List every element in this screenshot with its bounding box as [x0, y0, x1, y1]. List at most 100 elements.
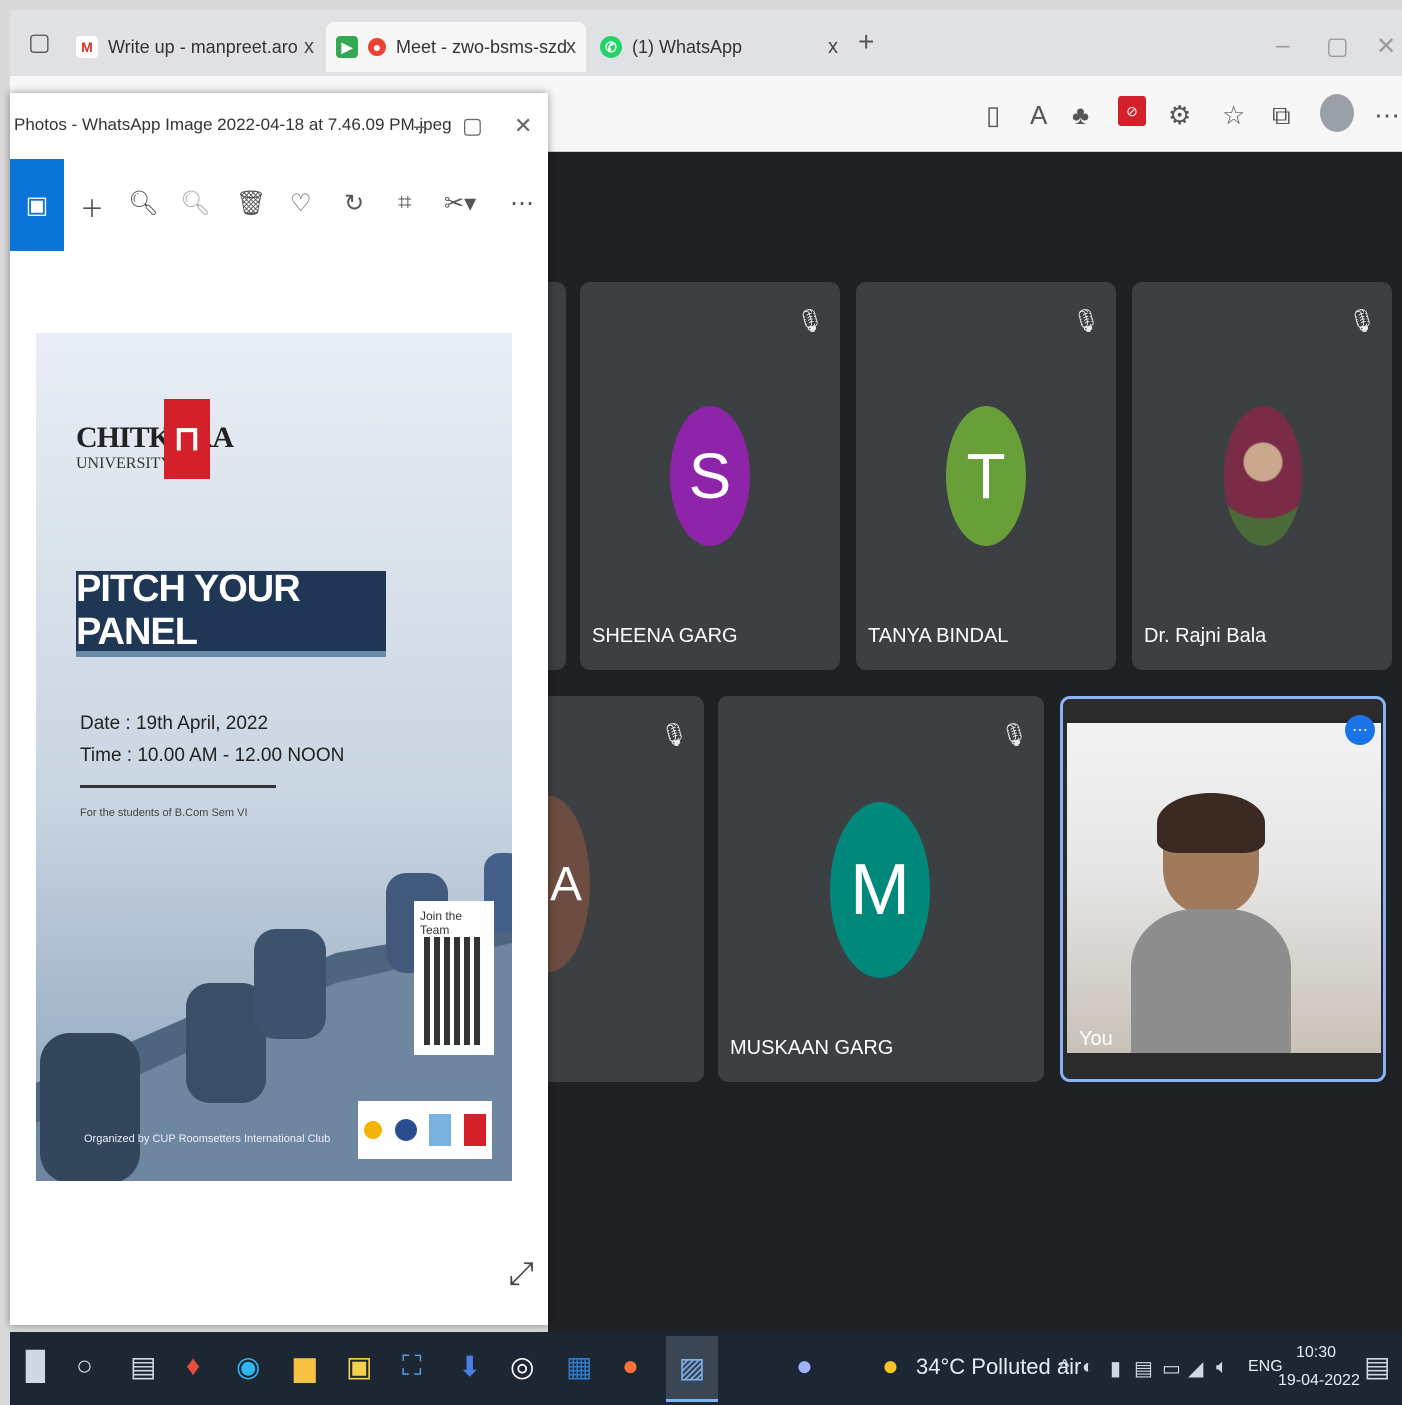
tab-whatsapp[interactable]: ✆ (1) WhatsApp x [592, 22, 848, 72]
settings-icon[interactable]: ⚙ [1168, 100, 1191, 131]
avatar-photo [1224, 406, 1302, 546]
poster-audience: For the students of B.Com Sem VI [80, 807, 248, 819]
add-icon[interactable]: ＋ [80, 189, 104, 224]
profile-avatar[interactable] [1320, 94, 1354, 132]
tab-meet[interactable]: ▶ ● Meet - zwo-bsms-szd x [326, 22, 586, 72]
fullscreen-icon[interactable]: ⤢ [508, 1255, 534, 1293]
battery-icon[interactable]: ▭ [1162, 1356, 1181, 1381]
recording-icon: ● [368, 38, 386, 56]
participant-name: TANYA BINDAL [868, 625, 1009, 647]
read-aloud-icon[interactable]: A [1030, 100, 1047, 131]
edit-icon[interactable]: ✂︎▾ [444, 189, 476, 218]
partner-logo-icon [364, 1121, 383, 1139]
task-view-icon[interactable]: ▤ [130, 1350, 156, 1383]
photos-window[interactable]: Photos - WhatsApp Image 2022-04-18 at 7.… [10, 93, 548, 1325]
new-tab-button[interactable]: + [858, 26, 874, 58]
partner-logos [358, 1101, 492, 1159]
network-icon[interactable]: ◢ [1188, 1356, 1203, 1381]
search-icon[interactable]: ○ [76, 1350, 93, 1382]
university-logo-icon: ⊓ [164, 399, 210, 479]
teams-icon[interactable]: ● [796, 1350, 813, 1382]
chair [40, 1033, 140, 1181]
self-video [1067, 723, 1381, 1053]
photos-app-icon[interactable]: ▨ [666, 1336, 718, 1402]
word-icon[interactable]: ▦ [566, 1350, 592, 1383]
collections-icon[interactable]: ⧉ [1272, 100, 1291, 132]
close-tab-icon[interactable]: x [828, 36, 838, 59]
notifications-icon[interactable]: ▤ [1364, 1350, 1390, 1383]
firefox-icon[interactable]: ● [622, 1350, 639, 1382]
split-screen-icon[interactable]: ▯ [986, 100, 1000, 131]
favorite-icon[interactable]: ♡ [290, 189, 312, 218]
avatar: T [946, 406, 1026, 546]
tab-label: Meet - zwo-bsms-szd [396, 36, 568, 57]
more-icon[interactable]: ⋯ [510, 189, 534, 218]
edge-icon[interactable]: ◉ [236, 1350, 260, 1383]
maximize-icon[interactable]: ▢ [1326, 32, 1349, 61]
photos-title: Photos - WhatsApp Image 2022-04-18 at 7.… [14, 115, 452, 134]
partner-logo-icon [394, 1119, 417, 1141]
favorites-icon[interactable]: ☆ [1222, 100, 1245, 131]
tab-label: (1) WhatsApp [632, 36, 743, 57]
participant-name: Dr. Rajni Bala [1144, 625, 1267, 647]
divider [80, 785, 276, 788]
participant-name: MUSKAAN GARG [730, 1037, 894, 1059]
close-window-icon[interactable]: ✕ [514, 113, 532, 139]
person-body [1131, 909, 1291, 1053]
volume-icon[interactable]: 🔈︎ [1216, 1356, 1228, 1379]
delete-icon[interactable]: 🗑︎ [236, 189, 266, 218]
tab-gmail[interactable]: M Write up - manpreet.arora@ch x [68, 22, 324, 72]
more-options-icon[interactable]: ⋯ [1345, 715, 1375, 745]
gallery-icon[interactable]: ▣ [10, 159, 64, 251]
more-icon[interactable]: ⋯ [1374, 100, 1400, 131]
participant-tile[interactable]: 🎙︎ Dr. Rajni Bala [1132, 282, 1392, 670]
participant-tile[interactable]: 🎙︎ S SHEENA GARG [580, 282, 840, 670]
poster-logo-sub: UNIVERSITY [76, 455, 172, 472]
participant-tile[interactable]: 🎙︎ M MUSKAAN GARG [718, 696, 1044, 1082]
extension-icon[interactable]: ♣ [1072, 100, 1089, 131]
participant-tile[interactable]: 🎙︎ T TANYA BINDAL [856, 282, 1116, 670]
participant-name: SHEENA GARG [592, 625, 738, 647]
file-explorer-icon[interactable]: ▆ [294, 1350, 316, 1383]
tray-app-icon[interactable]: ▤ [1134, 1356, 1153, 1381]
crop-icon[interactable]: ⌗ [398, 189, 412, 217]
tab-actions-icon[interactable]: ▢ [28, 28, 51, 57]
photo-toolbar: ▣ ＋ 🔍︎ 🔍︎ 🗑︎ ♡ ↻ ⌗ ✂︎▾ ⋯ [10, 159, 548, 251]
meet-icon: ▶ [336, 36, 358, 58]
self-video-tile[interactable]: ⋯ You [1060, 696, 1386, 1082]
adblock-icon[interactable]: ⊘ [1118, 96, 1146, 126]
rotate-icon[interactable]: ↻ [344, 189, 364, 218]
mic-off-icon: 🎙︎ [1348, 308, 1376, 333]
zoom-in-icon[interactable]: 🔍︎ [128, 189, 158, 218]
clock-time[interactable]: 10:30 [1296, 1344, 1336, 1362]
minimize-icon[interactable]: – [1276, 32, 1289, 60]
mic-off-icon: 🎙︎ [1072, 308, 1100, 333]
start-icon[interactable]: ▉ [26, 1350, 48, 1383]
zoom-out-icon[interactable]: 🔍︎ [180, 189, 210, 218]
clock-date[interactable]: 19-04-2022 [1278, 1372, 1360, 1390]
tray-app-icon[interactable]: ◐ [1082, 1356, 1094, 1379]
store-icon[interactable]: ⛶ [402, 1350, 422, 1383]
gmail-icon: M [76, 36, 98, 58]
tray-overflow-icon[interactable]: ^ [1060, 1356, 1069, 1379]
meet-stage: 🎙︎ S SHEENA GARG 🎙︎ T TANYA BINDAL 🎙︎ Dr… [508, 152, 1402, 1405]
microphone-icon[interactable]: ▮ [1110, 1356, 1121, 1381]
qr-code-icon [424, 937, 484, 1045]
avatar: S [670, 406, 750, 546]
close-window-icon[interactable]: ✕ [1376, 32, 1396, 61]
minimize-icon[interactable]: – [414, 113, 426, 139]
app-icon[interactable]: ♦ [186, 1350, 200, 1382]
weather-icon[interactable]: ● [882, 1350, 899, 1382]
notes-icon[interactable]: ▣ [346, 1350, 372, 1383]
maximize-icon[interactable]: ▢ [462, 113, 483, 139]
weather-text[interactable]: 34°C Polluted air [916, 1354, 1081, 1380]
partner-logo-icon [463, 1114, 486, 1146]
poster-organizer: Organized by CUP Roomsetters Internation… [84, 1133, 331, 1145]
chrome-icon[interactable]: ◎ [510, 1350, 534, 1383]
close-tab-icon[interactable]: x [566, 36, 576, 59]
mic-off-icon: 🎙︎ [660, 722, 688, 747]
close-tab-icon[interactable]: x [304, 36, 314, 59]
avatar: M [830, 802, 930, 978]
browser-tab-bar: ▢ M Write up - manpreet.arora@ch x ▶ ● M… [10, 10, 1402, 76]
download-app-icon[interactable]: ⬇ [458, 1350, 481, 1383]
